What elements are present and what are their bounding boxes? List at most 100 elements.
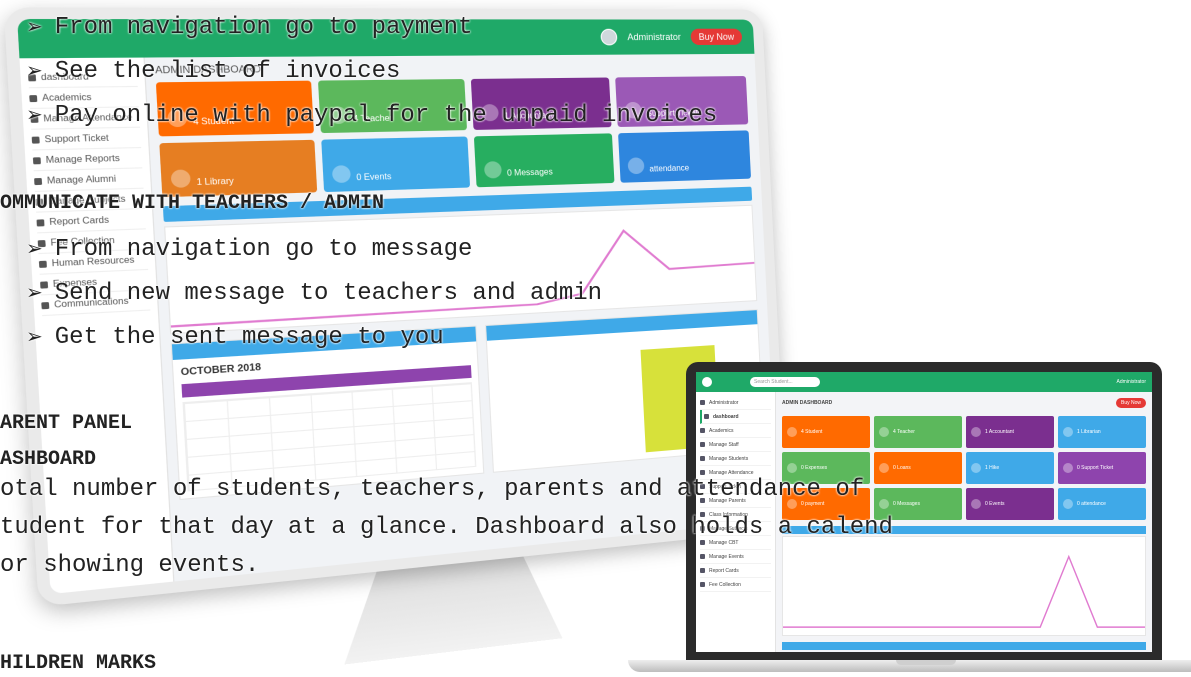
arrow-bullet-icon: ➢ xyxy=(26,236,43,260)
stat-icon xyxy=(879,427,889,437)
nav-icon xyxy=(700,442,705,447)
stat-label: 0 Events xyxy=(356,171,392,183)
heading-children-marks: HILDREN MARKS xyxy=(0,652,157,675)
stat-cards: 4 Student 4 Teacher 1 Accountant Support Ti… xyxy=(155,76,752,198)
search-input[interactable]: Search Student... xyxy=(750,377,820,387)
arrow-bullet-icon: ➢ xyxy=(26,58,43,82)
sidebar-item-label: Academics xyxy=(709,427,734,434)
nav-icon xyxy=(700,554,705,559)
nav-icon xyxy=(704,414,709,419)
nav-icon xyxy=(36,218,45,226)
sidebar-item-label: Report Cards xyxy=(709,567,739,574)
stat-card[interactable]: 4 Student xyxy=(782,416,870,448)
sidebar-item-label: Manage Staff xyxy=(709,441,739,448)
stat-icon xyxy=(879,463,889,473)
stat-label: 0 Messages xyxy=(893,501,920,507)
stat-icon xyxy=(170,169,191,188)
sidebar-item-label: Manage Attendance xyxy=(709,469,754,476)
logo-icon xyxy=(702,377,712,387)
bullet-payment-2: ➢ See the list of invoices xyxy=(26,58,401,85)
sidebar-item[interactable]: Fee Collection xyxy=(700,578,771,592)
sidebar-item[interactable]: Manage Events xyxy=(700,550,771,564)
laptop-notch xyxy=(896,660,956,665)
stat-card[interactable]: 1 Accountant xyxy=(966,416,1054,448)
stat-card[interactable]: 0 Events xyxy=(966,488,1054,520)
arrow-bullet-icon: ➢ xyxy=(26,324,43,348)
stat-label: 1 Accountant xyxy=(985,429,1014,435)
sidebar-item-label: Fee Collection xyxy=(709,581,741,588)
calendar-panel: OCTOBER 2018 xyxy=(170,325,485,501)
dashboard-text-line-3: or showing events. xyxy=(0,552,260,579)
sidebar-item[interactable]: Administrator xyxy=(700,396,771,410)
stat-card[interactable]: 1 Hike xyxy=(966,452,1054,484)
sidebar-item[interactable]: Manage Students xyxy=(700,452,771,466)
sidebar-item[interactable]: Manage Reports xyxy=(32,148,143,172)
stat-icon xyxy=(787,463,797,473)
stat-label: 1 Library xyxy=(196,176,235,188)
arrow-bullet-icon: ➢ xyxy=(26,14,43,38)
stat-icon xyxy=(483,161,502,179)
stat-icon xyxy=(331,165,351,184)
nav-icon xyxy=(700,400,705,405)
nav-icon xyxy=(700,456,705,461)
heading-dashboard: ASHBOARD xyxy=(0,448,97,471)
stat-card[interactable]: 1 Library xyxy=(159,139,318,198)
stat-card[interactable]: attendance xyxy=(618,130,752,183)
chart-line xyxy=(783,554,1145,628)
sidebar-item[interactable]: Manage Staff xyxy=(700,438,771,452)
sidebar-item-label: Manage Events xyxy=(709,553,744,560)
heading-parent-panel: ARENT PANEL xyxy=(0,412,133,435)
bullet-message-3: ➢ Get the sent message to you xyxy=(26,324,444,351)
sidebar-item[interactable]: Report Cards xyxy=(700,564,771,578)
sidebar-item[interactable]: Support Ticket xyxy=(31,127,142,151)
heading-communicate: OMMUNICATE WITH TEACHERS / ADMIN xyxy=(0,192,385,215)
nav-icon xyxy=(700,582,705,587)
section-header xyxy=(782,642,1146,650)
stat-card[interactable]: 0 Messages xyxy=(473,133,615,188)
buy-now-button[interactable]: Buy Now xyxy=(690,28,743,46)
sidebar-item-label: Manage Students xyxy=(709,455,749,462)
laptop-topbar: Search Student... Administrator xyxy=(696,372,1152,392)
sidebar-item-label: Administrator xyxy=(709,399,739,406)
stat-icon xyxy=(1063,463,1073,473)
laptop-header-row: ADMIN DASHBOARD Buy Now xyxy=(782,396,1146,410)
stat-card[interactable]: 0 Loans xyxy=(874,452,962,484)
sidebar-item[interactable]: dashboard xyxy=(700,410,771,424)
stat-label: 0 Messages xyxy=(506,167,554,178)
nav-icon xyxy=(32,156,41,164)
admin-label[interactable]: Administrator xyxy=(1117,379,1146,385)
stat-card[interactable]: 4 Teacher xyxy=(874,416,962,448)
stat-icon xyxy=(971,427,981,437)
bullet-payment-1: ➢ From navigation go to payment xyxy=(26,14,473,41)
nav-icon xyxy=(29,94,38,102)
stat-cards: 4 Student 4 Teacher 1 Accountant 1 Libraria… xyxy=(782,416,1146,520)
buy-now-button[interactable]: Buy Now xyxy=(1115,398,1146,408)
arrow-bullet-icon: ➢ xyxy=(26,280,43,304)
stat-label: 0 Events xyxy=(985,501,1005,507)
stat-label: 4 Teacher xyxy=(893,429,915,435)
stat-icon xyxy=(971,463,981,473)
stat-icon xyxy=(787,427,797,437)
stat-label: 0 Loans xyxy=(893,465,911,471)
stat-label: 0 attendance xyxy=(1077,501,1106,507)
stat-label: 0 Support Ticket xyxy=(1077,465,1114,471)
bullet-message-2: ➢ Send new message to teachers and admin xyxy=(26,280,603,307)
bullet-payment-3: ➢ Pay online with paypal for the unpaid i… xyxy=(26,102,718,129)
stat-icon xyxy=(627,157,645,175)
page-title: ADMIN DASHBOARD xyxy=(782,400,833,406)
nav-icon xyxy=(700,428,705,433)
sidebar-item[interactable]: Academics xyxy=(700,424,771,438)
bullet-message-1: ➢ From navigation go to message xyxy=(26,236,473,263)
avatar[interactable] xyxy=(600,28,618,46)
stat-icon xyxy=(879,499,889,509)
dashboard-text-line-1: otal number of students, teachers, paren… xyxy=(0,476,865,503)
stat-card[interactable]: 0 Support Ticket xyxy=(1058,452,1146,484)
stat-card[interactable]: 0 Events xyxy=(321,136,471,193)
stat-card[interactable]: 0 attendance xyxy=(1058,488,1146,520)
stat-label: 0 Expenses xyxy=(801,465,828,471)
dashboard-text-line-2: tudent for that day at a glance. Dashboa… xyxy=(0,514,893,541)
stat-card[interactable]: 1 Librarian xyxy=(1058,416,1146,448)
stat-icon xyxy=(971,499,981,509)
stat-icon xyxy=(1063,499,1073,509)
line-chart xyxy=(783,554,1145,628)
